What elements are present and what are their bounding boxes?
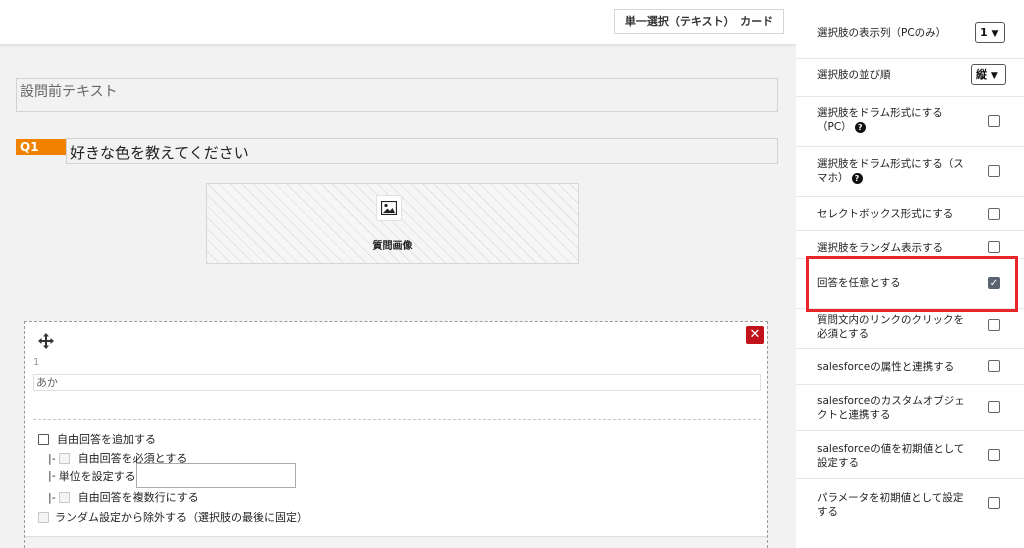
choice-text-input[interactable]: あか <box>33 374 761 391</box>
setting-selectbox-label: セレクトボックス形式にする <box>817 208 954 220</box>
setting-random-label: 選択肢をランダム表示する <box>817 242 943 254</box>
order-select-value: 縦 <box>976 68 987 81</box>
setting-link-click: 質問文内のリンクのクリックを必須とする <box>796 308 1024 348</box>
setting-order-label: 選択肢の並び順 <box>817 69 891 81</box>
image-icon <box>376 195 402 221</box>
chevron-down-icon: ▼ <box>991 29 999 39</box>
free-multiline-row: |- 自由回答を複数行にする <box>48 489 199 505</box>
unit-row: |- 単位を設定する <box>48 463 296 488</box>
selectbox-checkbox[interactable] <box>988 208 1000 220</box>
highlight-annotation <box>806 256 1018 312</box>
drum-pc-text: 選択肢をドラム形式にする（PC） <box>817 107 943 133</box>
add-free-answer-row: 自由回答を追加する <box>38 431 156 447</box>
columns-select[interactable]: 1 ▼ <box>975 22 1005 43</box>
setting-sf-custom: salesforceのカスタムオブジェクトと連携する <box>796 384 1024 430</box>
close-icon: ✕ <box>749 327 761 342</box>
setting-sf-attr: salesforceの属性と連携する <box>796 348 1024 384</box>
add-free-answer-label: 自由回答を追加する <box>57 433 156 446</box>
question-type-label[interactable]: 単一選択（テキスト） カード <box>614 9 784 34</box>
move-icon[interactable] <box>37 332 55 350</box>
setting-sf-default-label: salesforceの値を初期値として設定する <box>817 443 965 469</box>
help-icon[interactable]: ? <box>851 172 863 184</box>
editor-main: 単一選択（テキスト） カード 設問前テキスト Q1 好きな色を教えてください 質… <box>0 0 796 548</box>
free-required-checkbox[interactable] <box>58 452 70 464</box>
exclude-random-label: ランダム設定から除外する（選択肢の最後に固定） <box>55 511 308 524</box>
tree-prefix: |- <box>48 490 56 504</box>
choice-card: ✕ 1 あか 自由回答を追加する |- 自由回答を必須とする |- 単位を設定す… <box>24 321 768 548</box>
top-bar: 単一選択（テキスト） カード <box>0 0 796 44</box>
setting-random: 選択肢をランダム表示する <box>796 230 1024 258</box>
setting-drum-sp-label: 選択肢をドラム形式にする（スマホ）? <box>817 157 967 185</box>
setting-param-default-label: パラメータを初期値として設定する <box>817 492 964 518</box>
delete-choice-button[interactable]: ✕ <box>746 326 764 344</box>
question-image-dropzone[interactable]: 質問画像 <box>206 183 579 264</box>
setting-columns-label: 選択肢の表示列（PCのみ） <box>817 27 947 39</box>
tree-prefix: |- <box>48 469 56 482</box>
unit-label: 単位を設定する <box>58 469 136 483</box>
drum-sp-checkbox[interactable] <box>988 165 1000 177</box>
setting-link-click-label: 質問文内のリンクのクリックを必須とする <box>817 314 964 340</box>
drum-pc-checkbox[interactable] <box>988 115 1000 127</box>
sf-attr-checkbox[interactable] <box>988 360 1000 372</box>
param-default-checkbox[interactable] <box>988 497 1000 509</box>
add-free-answer-checkbox[interactable] <box>38 433 49 445</box>
drum-sp-text: 選択肢をドラム形式にする（スマホ） <box>817 158 964 184</box>
setting-drum-pc-label: 選択肢をドラム形式にする（PC）? <box>817 106 967 134</box>
setting-selectbox: セレクトボックス形式にする <box>796 196 1024 230</box>
question-image-label: 質問画像 <box>372 241 413 252</box>
card-footer <box>25 536 767 548</box>
exclude-random-row: ランダム設定から除外する（選択肢の最後に固定） <box>38 509 308 525</box>
sf-custom-checkbox[interactable] <box>988 401 1000 413</box>
choice-index: 1 <box>33 357 40 368</box>
unit-input[interactable] <box>135 463 296 488</box>
card-divider <box>33 419 761 420</box>
setting-drum-sp: 選択肢をドラム形式にする（スマホ）? <box>796 146 1024 196</box>
help-icon[interactable]: ? <box>854 121 866 133</box>
setting-order: 選択肢の並び順 縦 ▼ <box>796 58 1024 96</box>
free-multiline-checkbox[interactable] <box>58 491 70 503</box>
setting-columns: 選択肢の表示列（PCのみ） 1 ▼ <box>796 12 1024 58</box>
question-number-badge: Q1 <box>16 139 66 155</box>
setting-sf-default: salesforceの値を初期値として設定する <box>796 430 1024 478</box>
chevron-down-icon: ▼ <box>990 71 998 81</box>
setting-drum-pc: 選択肢をドラム形式にする（PC）? <box>796 96 1024 146</box>
question-title-field[interactable]: 好きな色を教えてください <box>66 138 778 164</box>
link-click-checkbox[interactable] <box>988 319 1000 331</box>
order-select[interactable]: 縦 ▼ <box>971 64 1006 85</box>
random-checkbox[interactable] <box>988 241 1000 253</box>
exclude-random-checkbox[interactable] <box>38 511 49 523</box>
setting-sf-custom-label: salesforceのカスタムオブジェクトと連携する <box>817 395 965 421</box>
columns-select-value: 1 <box>980 26 988 39</box>
sf-default-checkbox[interactable] <box>988 449 1000 461</box>
setting-sf-attr-label: salesforceの属性と連携する <box>817 361 955 373</box>
setting-param-default: パラメータを初期値として設定する <box>796 478 1024 528</box>
pre-question-text-field[interactable]: 設問前テキスト <box>16 78 778 112</box>
free-multiline-label: 自由回答を複数行にする <box>77 491 199 504</box>
